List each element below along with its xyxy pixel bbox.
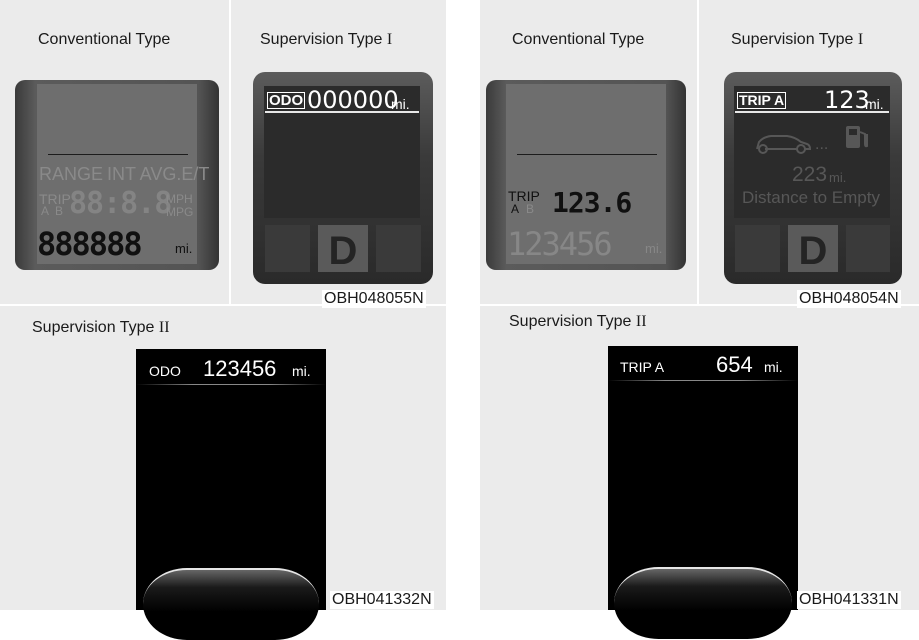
fuel-pump-icon (846, 126, 868, 148)
car-icon (756, 135, 812, 154)
right-sup1-mode-label: TRIP A (737, 92, 787, 109)
left-sup1-header-line (265, 111, 419, 113)
right-sup1-right-box (846, 225, 890, 272)
left-sup1-mode-label: ODO (267, 92, 306, 109)
right-supervision2-title: Supervision Type II (509, 313, 647, 330)
left-sup1-right-box (376, 225, 421, 272)
left-top-divider (229, 0, 231, 305)
right-sup2-header-line (608, 380, 798, 381)
left-lcd-line (48, 154, 188, 155)
right-supervision1-title: Supervision Type I (731, 31, 864, 48)
right-a-label: A (511, 202, 520, 216)
right-sup1-left-box (735, 225, 780, 272)
left-odo-unit: mi. (175, 241, 193, 256)
left-sup1-left-box (265, 225, 310, 272)
left-sup2-value: 123456 (203, 356, 277, 381)
left-mpg-label: MPG (166, 205, 194, 219)
right-sup1-gear-indicator: D (788, 225, 838, 273)
left-b-label: B (55, 204, 64, 218)
right-lcd-line (517, 154, 657, 155)
left-sup2-unit: mi. (292, 363, 311, 379)
right-sup2-value: 654 (716, 352, 753, 377)
left-supervision2-title: Supervision Type II (32, 319, 170, 336)
right-sup2-code: OBH041331N (797, 591, 901, 609)
left-sup2-code: OBH041332N (330, 591, 434, 609)
right-sup1-value: 123 (824, 86, 870, 114)
right-sup1-header-line (735, 111, 889, 113)
right-sup1-unit: mi. (865, 96, 884, 112)
left-sup1-gear-indicator: D (318, 225, 368, 273)
dte-unit: mi. (829, 170, 847, 185)
left-sup1-value: 000000 (307, 86, 399, 114)
left-segment-digits: 88:8.8 (69, 186, 172, 221)
right-trip-value: 123.6 (552, 186, 632, 219)
left-int-avg-label: INT AVG.E/T (107, 164, 210, 184)
dots-icon: ... (815, 136, 829, 153)
left-sup2-header-line (136, 384, 326, 385)
left-sup1-unit: mi. (391, 96, 410, 112)
right-sup2-unit: mi. (764, 359, 783, 375)
right-code-top: OBH048054N (797, 290, 901, 308)
right-sup2-bottom-arc (614, 567, 792, 639)
left-a-label: A (41, 204, 50, 218)
left-conventional-title: Conventional Type (38, 31, 171, 48)
left-range-label: RANGE (39, 164, 104, 184)
right-conventional-title: Conventional Type (512, 31, 645, 48)
dte-label: Distance to Empty (742, 188, 880, 207)
right-b-label: B (526, 202, 535, 216)
dte-value: 223 (792, 163, 828, 186)
left-sup2-bottom-arc (143, 568, 319, 640)
left-sup2-mode-label: ODO (149, 363, 181, 379)
left-mph-label: MPH (166, 192, 193, 206)
left-code-top: OBH048055N (322, 290, 426, 308)
right-top-divider (697, 0, 699, 305)
left-supervision1-title: Supervision Type I (260, 31, 393, 48)
right-odo-unit: mi. (645, 241, 663, 256)
right-odo-digits: 123456 (507, 225, 613, 263)
left-odo-digits: 888888 (37, 225, 143, 263)
right-sup2-mode-label: TRIP A (620, 359, 665, 375)
